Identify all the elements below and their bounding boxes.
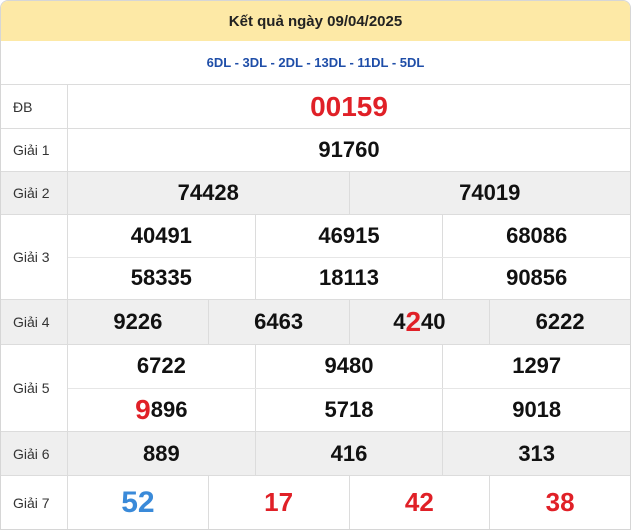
results-table: Kết quả ngày 09/04/2025 6DL - 3DL - 2DL … (0, 0, 631, 530)
prize-number: 9896 (135, 393, 188, 425)
prize-number: 18113 (254, 257, 443, 299)
prize-number: 416 (254, 432, 443, 475)
prize-number: 74428 (177, 180, 239, 205)
prize-label-g4: Giải 4 (1, 300, 68, 344)
prize-number: 74019 (348, 172, 631, 214)
prize-number: 889 (142, 440, 180, 466)
prize-label-g7: Giải 7 (1, 476, 68, 529)
results-title: Kết quả ngày 09/04/2025 (1, 1, 630, 41)
prize-number: 40491 (130, 222, 192, 248)
prize-number: 9480 (254, 345, 443, 388)
prize-row-g1: Giải 1 91760 (1, 129, 630, 172)
prize-number: 68086 (442, 215, 630, 257)
prize-number: 313 (442, 432, 630, 475)
prize-number: 46915 (254, 215, 443, 257)
prize-number: 52 (121, 485, 155, 519)
prize-number: 17 (207, 476, 349, 529)
prize-row-g2: Giải 2 74428 74019 (1, 172, 630, 215)
special-prize-number: 00159 (310, 90, 388, 122)
prize-label-g5: Giải 5 (1, 345, 68, 431)
prize-number: 6722 (136, 353, 186, 379)
prize-label-g6: Giải 6 (1, 432, 68, 475)
prize-number: 1297 (442, 345, 630, 388)
prize-label-db: ĐB (1, 85, 68, 128)
prize-number: 90856 (442, 257, 630, 299)
prize-number: 42 (348, 476, 490, 529)
prize-number: 58335 (130, 265, 192, 291)
prize-number: 4240 (348, 300, 490, 344)
prize-number: 6222 (489, 300, 630, 344)
prize-row-g7: Giải 7 52 17 42 38 (1, 476, 630, 529)
prize-number: 38 (489, 476, 630, 529)
prize-number: 91760 (318, 137, 380, 162)
prize-number: 9226 (113, 309, 163, 334)
prize-row-db: ĐB 00159 (1, 85, 630, 129)
prize-row-g5: Giải 5 6722 9480 1297 9896 5718 9018 (1, 345, 630, 432)
province-codes: 6DL - 3DL - 2DL - 13DL - 11DL - 5DL (1, 41, 630, 85)
prize-row-g3: Giải 3 40491 46915 68086 58335 18113 908… (1, 215, 630, 300)
prize-row-g6: Giải 6 889 416 313 (1, 432, 630, 476)
prize-number: 6463 (207, 300, 349, 344)
prize-label-g2: Giải 2 (1, 172, 68, 214)
prize-label-g3: Giải 3 (1, 215, 68, 299)
prize-number: 5718 (254, 388, 443, 431)
prize-number: 9018 (442, 388, 630, 431)
prize-label-g1: Giải 1 (1, 129, 68, 171)
prize-row-g4: Giải 4 9226 6463 4240 6222 (1, 300, 630, 345)
